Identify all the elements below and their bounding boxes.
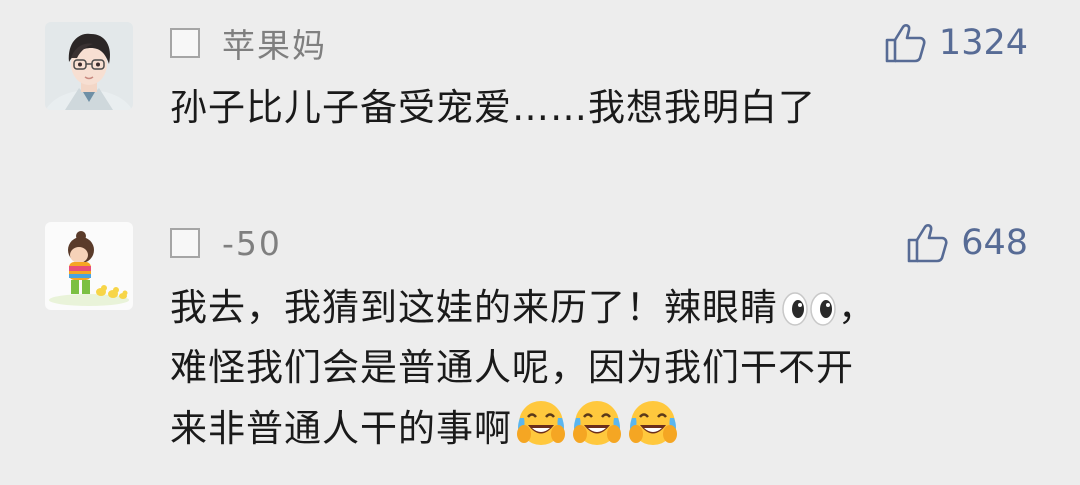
comment-text-segment: ， — [838, 286, 876, 329]
comment-text-line: 难怪我们会是普通人呢，因为我们干不开 — [170, 346, 854, 389]
crying-laughing-emoji-icon — [573, 401, 621, 445]
like-count: 648 — [961, 223, 1028, 263]
comment-nickname[interactable]: 苹果妈 — [222, 19, 327, 67]
like-button[interactable]: 1324 — [883, 18, 1028, 68]
comment-list: 苹果妈 1324 孙子比儿子备受宠爱……我想我明白了 -50 648 我去，我猜… — [0, 0, 1080, 485]
comment-text-segment: 我去，我猜到这娃的来历了！辣眼睛 — [170, 286, 778, 329]
comment-header: -50 — [170, 220, 282, 266]
eyes-emoji-icon — [782, 292, 836, 326]
comment-text: 孙子比儿子备受宠爱……我想我明白了 — [170, 78, 1040, 138]
child-with-ducklings-avatar[interactable] — [45, 222, 133, 310]
young-man-with-glasses-avatar[interactable] — [45, 22, 133, 110]
comment-text-line: 来非普通人干的事啊 — [170, 398, 1040, 459]
placeholder-box-icon — [170, 28, 200, 58]
comment-text-line: 孙子比儿子备受宠爱……我想我明白了 — [170, 86, 816, 129]
thumbs-up-icon — [885, 24, 926, 63]
comment-text-line: 我去，我猜到这娃的来历了！辣眼睛 ， — [170, 278, 1040, 338]
comment-text-segment: 来非普通人干的事啊 — [170, 407, 512, 450]
placeholder-box-icon — [170, 228, 200, 258]
comment-item: -50 648 我去，我猜到这娃的来历了！辣眼睛 ， 难怪我们会是普通人呢，因为… — [0, 200, 1080, 485]
comment-header: 苹果妈 — [170, 20, 327, 66]
like-button[interactable]: 648 — [905, 218, 1028, 268]
comment-nickname[interactable]: -50 — [222, 224, 282, 263]
comment-text: 我去，我猜到这娃的来历了！辣眼睛 ， 难怪我们会是普通人呢，因为我们干不开 来非… — [170, 278, 1040, 459]
crying-laughing-emoji-icon — [629, 401, 677, 445]
crying-laughing-emoji-icon — [517, 401, 565, 445]
thumbs-up-icon — [907, 224, 948, 263]
comment-item: 苹果妈 1324 孙子比儿子备受宠爱……我想我明白了 — [0, 0, 1080, 200]
like-count: 1324 — [938, 23, 1028, 63]
